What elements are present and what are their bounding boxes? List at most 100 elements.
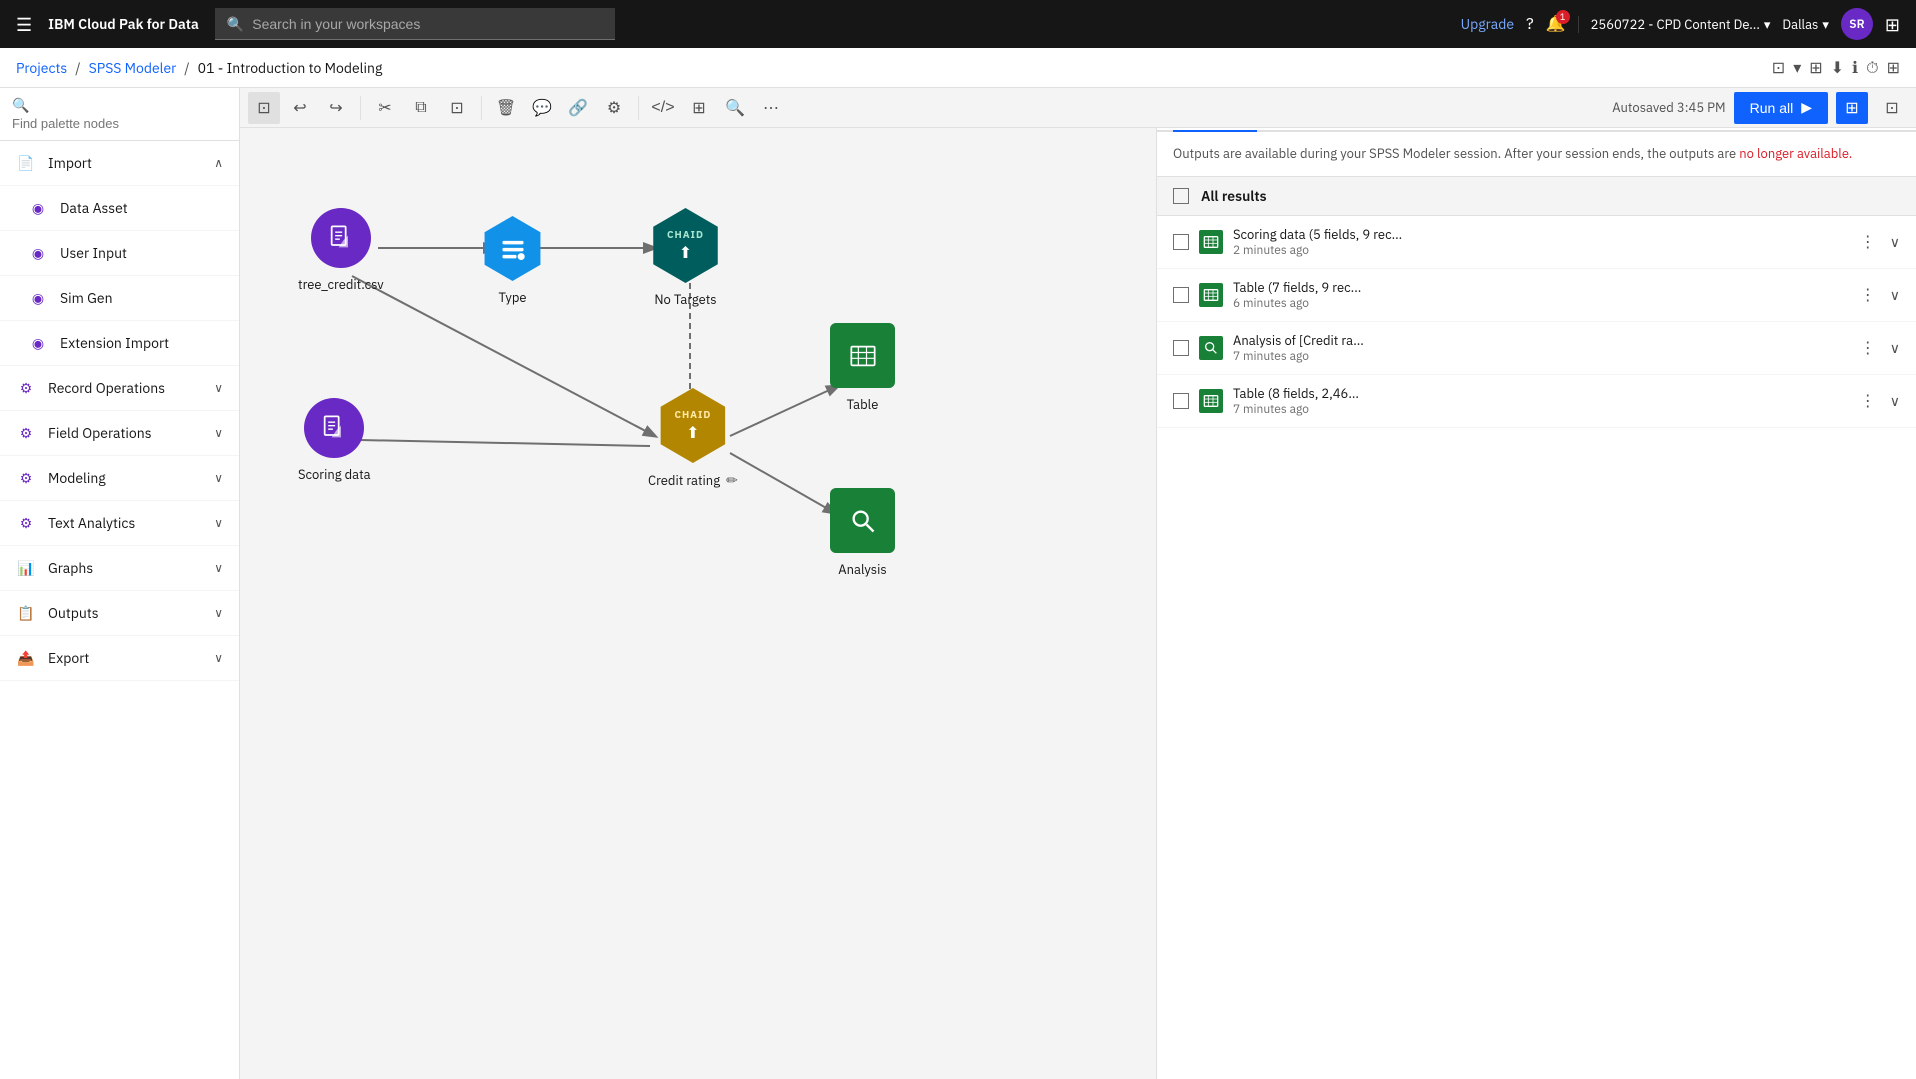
search-icon: 🔍 (227, 15, 244, 33)
paste-button[interactable]: ⊡ (441, 92, 473, 124)
analysis-label: Analysis (838, 561, 886, 578)
expand-button[interactable]: ⊡ (1876, 92, 1908, 124)
credit-rating-shape[interactable]: CHAID ⬆ (655, 388, 730, 463)
nav-right: Upgrade ? 🔔 1 2560722 - CPD Content De..… (1461, 8, 1900, 40)
link-button[interactable]: 🔗 (562, 92, 594, 124)
result-3-checkbox[interactable] (1173, 340, 1189, 356)
arrow-credit-table (730, 386, 838, 436)
workspace-selector[interactable]: 2560722 - CPD Content De... ▾ (1578, 16, 1771, 33)
comment-button[interactable]: 💬 (526, 92, 558, 124)
scoring-data-shape[interactable] (304, 398, 364, 458)
zoom-button[interactable]: 🔍 (719, 92, 751, 124)
result-2-more-icon[interactable]: ⋮ (1856, 281, 1880, 309)
sidebar-item-outputs[interactable]: 📋 Outputs ∨ (0, 591, 239, 636)
node-credit-rating[interactable]: CHAID ⬆ Credit rating ✏ (648, 388, 738, 489)
sidebar-item-data-asset[interactable]: ◉ Data Asset (0, 186, 239, 231)
code-button[interactable]: </> (647, 92, 679, 124)
sidebar-item-export[interactable]: 📤 Export ∨ (0, 636, 239, 681)
upgrade-button[interactable]: Upgrade (1461, 15, 1514, 33)
run-all-button[interactable]: Run all ▶ (1734, 92, 1828, 124)
table-shape[interactable] (830, 323, 895, 388)
result-4-more-icon[interactable]: ⋮ (1856, 387, 1880, 415)
view-icon[interactable]: ⊞ (1809, 58, 1822, 78)
sidebar-label-export: Export (48, 649, 202, 667)
all-results-label: All results (1201, 187, 1267, 205)
global-search[interactable]: 🔍 (215, 8, 615, 40)
info-icon[interactable]: ℹ (1852, 58, 1858, 78)
sidebar-item-extension-import[interactable]: ◉ Extension Import (0, 321, 239, 366)
node-analysis[interactable]: Analysis (830, 488, 895, 578)
copy-button[interactable]: ⧉ (405, 92, 437, 124)
result-4-expand-icon[interactable]: ∨ (1890, 392, 1900, 410)
menu-icon[interactable]: ☰ (16, 13, 32, 36)
more-options-button[interactable]: ⋯ (755, 92, 787, 124)
cut-button[interactable]: ✂ (369, 92, 401, 124)
result-item-3[interactable]: Analysis of [Credit ra... 7 minutes ago … (1157, 322, 1916, 375)
result-1-title: Scoring data (5 fields, 9 rec... (1233, 226, 1846, 243)
field-operations-icon: ⚙ (16, 423, 36, 443)
result-3-expand-icon[interactable]: ∨ (1890, 339, 1900, 357)
no-targets-shape[interactable]: CHAID ⬆ (648, 208, 723, 283)
pipeline-icon[interactable]: ⊡ (1772, 58, 1785, 78)
modeling-icon: ⚙ (16, 468, 36, 488)
settings-icon[interactable]: ⊞ (1887, 58, 1900, 78)
sidebar-label-import: Import (48, 154, 202, 172)
sidebar-label-field-operations: Field Operations (48, 424, 202, 442)
sidebar-item-modeling[interactable]: ⚙ Modeling ∨ (0, 456, 239, 501)
edit-icon[interactable]: ✏ (726, 471, 738, 489)
app-switcher-icon[interactable]: ⊞ (1885, 13, 1900, 36)
select-all-checkbox[interactable] (1173, 188, 1189, 204)
result-item-4[interactable]: Table (8 fields, 2,46... 7 minutes ago ⋮… (1157, 375, 1916, 428)
result-item-1[interactable]: Scoring data (5 fields, 9 rec... 2 minut… (1157, 216, 1916, 269)
sidebar-search-container[interactable]: 🔍 (0, 88, 239, 141)
result-3-info: Analysis of [Credit ra... 7 minutes ago (1233, 332, 1846, 364)
redo-button[interactable]: ↪ (320, 92, 352, 124)
analysis-shape[interactable] (830, 488, 895, 553)
sidebar-item-graphs[interactable]: 📊 Graphs ∨ (0, 546, 239, 591)
breadcrumb-spss[interactable]: SPSS Modeler (89, 59, 177, 77)
avatar[interactable]: SR (1841, 8, 1873, 40)
search-input[interactable] (252, 16, 603, 32)
type-shape[interactable] (480, 216, 545, 281)
download-icon[interactable]: ⬇ (1831, 58, 1844, 78)
sidebar-item-record-operations[interactable]: ⚙ Record Operations ∨ (0, 366, 239, 411)
result-1-expand-icon[interactable]: ∨ (1890, 233, 1900, 251)
result-1-more-icon[interactable]: ⋮ (1856, 228, 1880, 256)
result-3-more-icon[interactable]: ⋮ (1856, 334, 1880, 362)
extension-import-icon: ◉ (28, 333, 48, 353)
node-type[interactable]: Type (480, 216, 545, 306)
result-2-checkbox[interactable] (1173, 287, 1189, 303)
help-icon[interactable]: ? (1526, 14, 1534, 34)
breadcrumb-projects[interactable]: Projects (16, 59, 67, 77)
select-tool-button[interactable]: ⊡ (248, 92, 280, 124)
node-no-targets[interactable]: CHAID ⬆ No Targets (648, 208, 723, 308)
result-2-expand-icon[interactable]: ∨ (1890, 286, 1900, 304)
sidebar-item-field-operations[interactable]: ⚙ Field Operations ∨ (0, 411, 239, 456)
palette-search-input[interactable] (12, 116, 227, 131)
result-item-2[interactable]: Table (7 fields, 9 rec... 6 minutes ago … (1157, 269, 1916, 322)
result-4-icon (1199, 389, 1223, 413)
tree-credit-shape[interactable] (311, 208, 371, 268)
result-3-icon (1199, 336, 1223, 360)
sidebar-item-sim-gen[interactable]: ◉ Sim Gen (0, 276, 239, 321)
node-table[interactable]: Table (830, 323, 895, 413)
palette-button[interactable]: ⊞ (683, 92, 715, 124)
result-4-checkbox[interactable] (1173, 393, 1189, 409)
node-scoring-data[interactable]: Scoring data (298, 398, 371, 483)
result-2-icon (1199, 283, 1223, 307)
sidebar-item-import[interactable]: 📄 Import ∧ (0, 141, 239, 186)
history-icon[interactable]: ⏱ (1866, 58, 1878, 78)
delete-button[interactable]: 🗑 (490, 92, 522, 124)
outputs-panel-button[interactable]: ⊞ (1836, 92, 1868, 124)
undo-button[interactable]: ↩ (284, 92, 316, 124)
properties-button[interactable]: ⚙ (598, 92, 630, 124)
node-tree-credit[interactable]: tree_credit.csv (298, 208, 384, 293)
result-1-info: Scoring data (5 fields, 9 rec... 2 minut… (1233, 226, 1846, 258)
result-1-checkbox[interactable] (1173, 234, 1189, 250)
tree-credit-label: tree_credit.csv (298, 276, 384, 293)
notification-icon[interactable]: 🔔 1 (1546, 14, 1566, 34)
sidebar-item-text-analytics[interactable]: ⚙ Text Analytics ∨ (0, 501, 239, 546)
region-selector[interactable]: Dallas ▾ (1782, 16, 1828, 33)
chevron-down-icon[interactable]: ▾ (1793, 58, 1801, 78)
sidebar-item-user-input[interactable]: ◉ User Input (0, 231, 239, 276)
